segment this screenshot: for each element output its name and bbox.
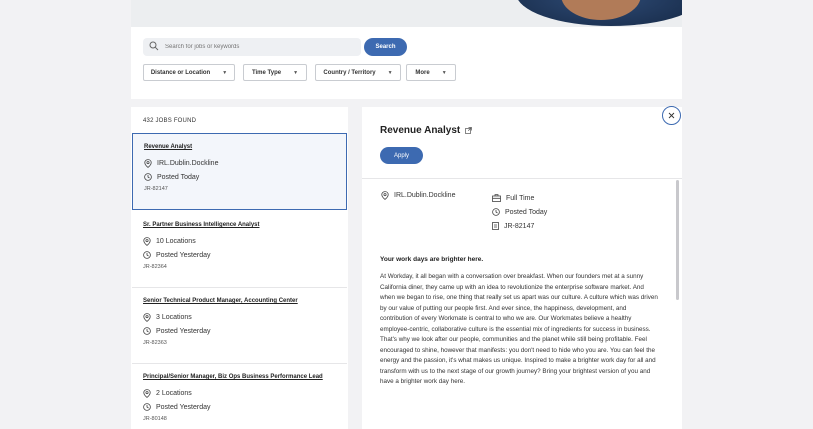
- job-detail-req: JR-82147: [492, 219, 547, 233]
- filter-label: More: [415, 69, 430, 76]
- location-pin-icon: [143, 236, 151, 246]
- filter-label: Country / Territory: [323, 69, 376, 76]
- job-req-id: JR-82147: [144, 186, 168, 192]
- job-title-link[interactable]: Senior Technical Product Manager, Accoun…: [143, 298, 336, 304]
- chevron-down-icon: ▼: [387, 69, 393, 76]
- job-detail-req-text: JR-82147: [504, 222, 535, 230]
- job-posted: Posted Yesterday: [143, 324, 336, 338]
- jobs-found-count: 432 JOBS FOUND: [143, 118, 197, 124]
- filter-more[interactable]: More ▼: [406, 64, 456, 81]
- search-button[interactable]: Search: [364, 38, 407, 56]
- close-icon: [668, 112, 675, 119]
- job-detail-location-text: IRL.Dublin.Dockline: [394, 192, 456, 199]
- detail-scrollbar[interactable]: [676, 180, 679, 300]
- job-posted: Posted Yesterday: [143, 400, 336, 414]
- filter-distance-location[interactable]: Distance or Location ▼: [143, 64, 235, 81]
- search-box[interactable]: [143, 38, 361, 56]
- search-icon: [149, 41, 161, 53]
- clock-icon: [143, 327, 151, 335]
- filter-label: Time Type: [251, 69, 282, 76]
- job-posted: Posted Yesterday: [143, 248, 336, 262]
- job-card[interactable]: Senior Technical Product Manager, Accoun…: [132, 288, 347, 364]
- job-detail-title: Revenue Analyst: [380, 125, 473, 136]
- location-pin-icon: [381, 191, 389, 200]
- job-description-heading: Your work days are brighter here.: [380, 256, 484, 263]
- briefcase-icon: [492, 194, 501, 202]
- document-icon: [492, 222, 499, 230]
- search-area: Search Distance or Location ▼ Time Type …: [131, 27, 682, 99]
- job-posted: Posted Today: [144, 170, 335, 184]
- hero-banner-image: [131, 0, 682, 27]
- job-posted-text: Posted Yesterday: [156, 403, 211, 411]
- job-detail-header: Revenue Analyst Apply: [362, 107, 682, 179]
- job-card[interactable]: Principal/Senior Manager, Biz Ops Busine…: [132, 364, 347, 429]
- job-posted-text: Posted Today: [157, 173, 200, 181]
- search-input[interactable]: [165, 44, 355, 50]
- job-card[interactable]: Revenue Analyst IRL.Dublin.Dockline Post…: [132, 133, 347, 210]
- job-detail-posted: Posted Today: [492, 205, 547, 219]
- job-posted-text: Posted Yesterday: [156, 327, 211, 335]
- job-title-link[interactable]: Revenue Analyst: [144, 144, 335, 150]
- job-detail-time-type: Full Time: [492, 191, 547, 205]
- filter-time-type[interactable]: Time Type ▼: [243, 64, 307, 81]
- external-link-icon[interactable]: [465, 127, 473, 134]
- clock-icon: [143, 251, 151, 259]
- chevron-down-icon: ▼: [222, 69, 228, 76]
- job-location: 10 Locations: [143, 234, 336, 248]
- job-req-id: JR-82364: [143, 264, 167, 270]
- apply-button[interactable]: Apply: [380, 147, 423, 164]
- job-detail-panel: Revenue Analyst Apply IRL.Dublin.Docklin…: [362, 107, 682, 429]
- job-detail-meta: Full Time Posted Today JR-82147: [492, 191, 547, 233]
- job-location: IRL.Dublin.Dockline: [144, 156, 335, 170]
- job-location: 2 Locations: [143, 386, 336, 400]
- location-pin-icon: [143, 312, 151, 322]
- job-card[interactable]: Sr. Partner Business Intelligence Analys…: [132, 212, 347, 282]
- location-pin-icon: [144, 158, 152, 168]
- job-detail-location: IRL.Dublin.Dockline: [381, 191, 455, 200]
- job-location-text: 10 Locations: [156, 237, 196, 245]
- job-location: 3 Locations: [143, 310, 336, 324]
- job-location-text: IRL.Dublin.Dockline: [157, 159, 219, 167]
- job-title-link[interactable]: Sr. Partner Business Intelligence Analys…: [143, 222, 336, 228]
- clock-icon: [143, 403, 151, 411]
- chevron-down-icon: ▼: [441, 69, 447, 76]
- location-pin-icon: [143, 388, 151, 398]
- job-title-link[interactable]: Principal/Senior Manager, Biz Ops Busine…: [143, 374, 336, 380]
- close-button[interactable]: [662, 106, 681, 125]
- job-posted-text: Posted Yesterday: [156, 251, 211, 259]
- filter-label: Distance or Location: [150, 69, 211, 76]
- clock-icon: [492, 208, 500, 216]
- job-location-text: 2 Locations: [156, 389, 192, 397]
- job-description-body: At Workday, it all began with a conversa…: [380, 273, 658, 385]
- job-detail-title-text: Revenue Analyst: [380, 125, 461, 136]
- page: Search Distance or Location ▼ Time Type …: [0, 0, 813, 429]
- job-detail-posted-text: Posted Today: [505, 208, 548, 216]
- job-location-text: 3 Locations: [156, 313, 192, 321]
- clock-icon: [144, 173, 152, 181]
- job-req-id: JR-80148: [143, 416, 167, 422]
- job-detail-time-type-text: Full Time: [506, 194, 535, 202]
- job-req-id: JR-82363: [143, 340, 167, 346]
- job-results-list: 432 JOBS FOUND Revenue Analyst IRL.Dubli…: [131, 107, 348, 429]
- chevron-down-icon: ▼: [293, 69, 299, 76]
- filter-country-territory[interactable]: Country / Territory ▼: [315, 64, 401, 81]
